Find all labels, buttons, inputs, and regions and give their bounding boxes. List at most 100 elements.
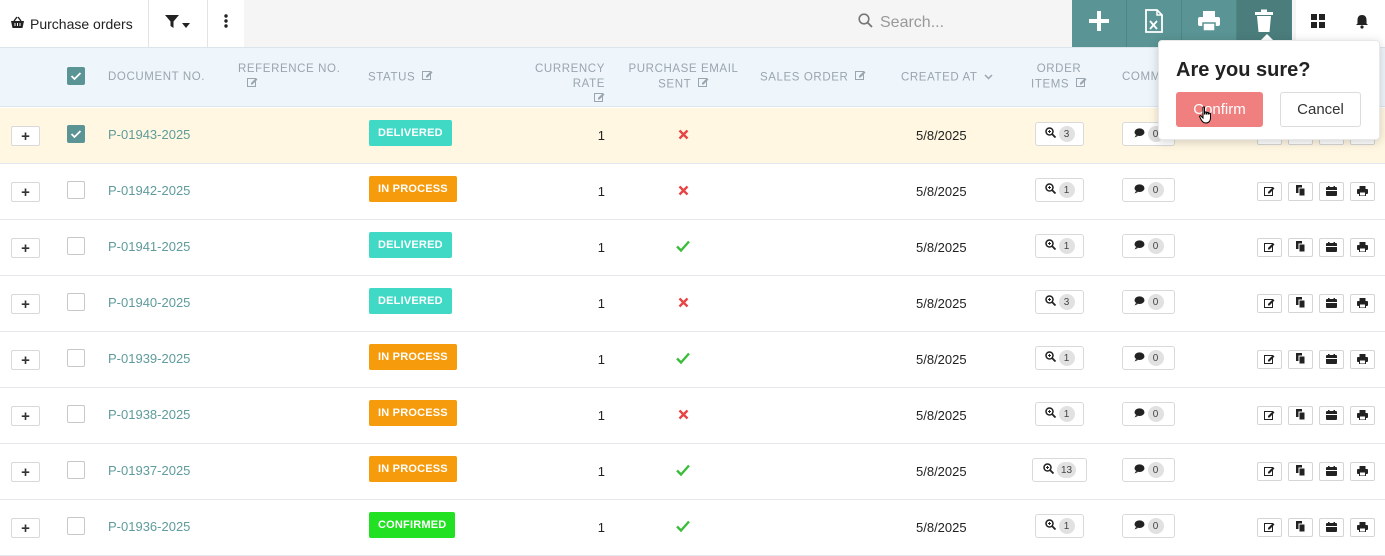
cancel-button[interactable]: Cancel (1280, 92, 1361, 127)
select-all-checkbox[interactable] (67, 67, 85, 85)
expand-row-button[interactable]: + (11, 462, 40, 482)
row-copy-button[interactable] (1288, 462, 1313, 481)
comments-button[interactable]: 0 (1122, 458, 1175, 482)
expand-row-button[interactable]: + (11, 350, 40, 370)
table-row[interactable]: + P-01942-2025 IN PROCESS 1 5/8/2025 1 0 (0, 164, 1385, 220)
row-copy-button[interactable] (1288, 182, 1313, 201)
column-header-currency-rate[interactable]: CURRENCY RATE (500, 62, 605, 108)
column-header-created-at[interactable]: CREATED AT (901, 70, 993, 86)
items-count: 13 (1056, 462, 1077, 478)
expand-row-button[interactable]: + (11, 294, 40, 314)
expand-row-button[interactable]: + (11, 238, 40, 258)
table-row[interactable]: + P-01936-2025 CONFIRMED 1 5/8/2025 1 0 (0, 500, 1385, 556)
column-header-document-no[interactable]: DOCUMENT NO. (108, 70, 205, 85)
row-checkbox[interactable] (67, 293, 85, 311)
row-print-button[interactable] (1350, 406, 1375, 425)
table-row[interactable]: + P-01941-2025 DELIVERED 1 5/8/2025 1 0 (0, 220, 1385, 276)
table-row[interactable]: + P-01938-2025 IN PROCESS 1 5/8/2025 1 0 (0, 388, 1385, 444)
edit-icon (855, 70, 866, 85)
comments-button[interactable]: 0 (1122, 402, 1175, 426)
row-checkbox[interactable] (67, 237, 85, 255)
row-print-button[interactable] (1350, 350, 1375, 369)
row-copy-button[interactable] (1288, 238, 1313, 257)
row-edit-button[interactable] (1257, 462, 1282, 481)
order-items-button[interactable]: 1 (1035, 402, 1084, 426)
row-checkbox[interactable] (67, 181, 85, 199)
row-print-button[interactable] (1350, 518, 1375, 537)
column-header-sales-order[interactable]: SALES ORDER (760, 70, 866, 86)
document-number-link[interactable]: P-01940-2025 (108, 295, 190, 310)
row-checkbox[interactable] (67, 517, 85, 535)
row-edit-button[interactable] (1257, 294, 1282, 313)
order-items-button[interactable]: 13 (1032, 458, 1087, 482)
order-items-button[interactable]: 3 (1035, 290, 1084, 314)
expand-row-button[interactable]: + (11, 406, 40, 426)
column-header-reference-no[interactable]: REFERENCE NO. (238, 62, 340, 93)
comments-button[interactable]: 0 (1122, 290, 1175, 314)
row-edit-button[interactable] (1257, 350, 1282, 369)
column-header-status[interactable]: STATUS (368, 70, 433, 86)
edit-icon (697, 77, 709, 92)
column-header-order-items[interactable]: ORDER ITEMS (1025, 62, 1093, 93)
page-title-button[interactable]: Purchase orders (0, 0, 149, 47)
order-items-button[interactable]: 3 (1035, 122, 1084, 146)
row-print-button[interactable] (1350, 238, 1375, 257)
calendar-icon (1326, 351, 1337, 369)
row-calendar-button[interactable] (1319, 182, 1344, 201)
row-copy-button[interactable] (1288, 406, 1313, 425)
edit-icon (1264, 239, 1275, 257)
table-row[interactable]: + P-01940-2025 DELIVERED 1 5/8/2025 3 0 (0, 276, 1385, 332)
row-checkbox[interactable] (67, 349, 85, 367)
row-print-button[interactable] (1350, 462, 1375, 481)
row-edit-button[interactable] (1257, 518, 1282, 537)
expand-row-button[interactable]: + (11, 126, 40, 146)
column-header-purchase-email-sent[interactable]: PURCHASE EMAIL SENT (625, 62, 742, 93)
toolbar-left: Purchase orders (0, 0, 244, 47)
expand-row-button[interactable]: + (11, 518, 40, 538)
order-items-button[interactable]: 1 (1035, 514, 1084, 538)
document-number-link[interactable]: P-01939-2025 (108, 351, 190, 366)
row-edit-button[interactable] (1257, 182, 1282, 201)
row-calendar-button[interactable] (1319, 406, 1344, 425)
row-copy-button[interactable] (1288, 518, 1313, 537)
document-number-link[interactable]: P-01936-2025 (108, 519, 190, 534)
document-number-link[interactable]: P-01938-2025 (108, 407, 190, 422)
more-options-button[interactable] (207, 0, 244, 47)
row-checkbox[interactable] (67, 461, 85, 479)
document-number-link[interactable]: P-01941-2025 (108, 239, 190, 254)
document-number-link[interactable]: P-01937-2025 (108, 463, 190, 478)
row-print-button[interactable] (1350, 294, 1375, 313)
row-calendar-button[interactable] (1319, 518, 1344, 537)
table-row[interactable]: + P-01937-2025 IN PROCESS 1 5/8/2025 13 0 (0, 444, 1385, 500)
column-header-comments[interactable]: COMM (1122, 70, 1161, 85)
row-calendar-button[interactable] (1319, 238, 1344, 257)
table-row[interactable]: + P-01939-2025 IN PROCESS 1 5/8/2025 1 0 (0, 332, 1385, 388)
row-checkbox[interactable] (67, 125, 85, 143)
order-items-button[interactable]: 1 (1035, 234, 1084, 258)
comments-button[interactable]: 0 (1122, 178, 1175, 202)
row-edit-button[interactable] (1257, 238, 1282, 257)
search-input[interactable] (880, 14, 1030, 32)
order-items-button[interactable]: 1 (1035, 346, 1084, 370)
check-icon (675, 239, 691, 256)
comments-button[interactable]: 0 (1122, 234, 1175, 258)
checkmark-icon (70, 72, 82, 81)
add-button[interactable] (1072, 0, 1127, 47)
document-number-link[interactable]: P-01943-2025 (108, 127, 190, 142)
order-items-button[interactable]: 1 (1035, 178, 1084, 202)
row-copy-button[interactable] (1288, 350, 1313, 369)
expand-row-button[interactable]: + (11, 182, 40, 202)
confirm-button[interactable]: Confirm (1176, 92, 1263, 127)
row-calendar-button[interactable] (1319, 350, 1344, 369)
row-checkbox[interactable] (67, 405, 85, 423)
check-icon (675, 463, 691, 480)
filter-button[interactable] (148, 0, 208, 47)
row-calendar-button[interactable] (1319, 462, 1344, 481)
comments-button[interactable]: 0 (1122, 514, 1175, 538)
row-calendar-button[interactable] (1319, 294, 1344, 313)
row-copy-button[interactable] (1288, 294, 1313, 313)
row-print-button[interactable] (1350, 182, 1375, 201)
row-edit-button[interactable] (1257, 406, 1282, 425)
document-number-link[interactable]: P-01942-2025 (108, 183, 190, 198)
comments-button[interactable]: 0 (1122, 346, 1175, 370)
